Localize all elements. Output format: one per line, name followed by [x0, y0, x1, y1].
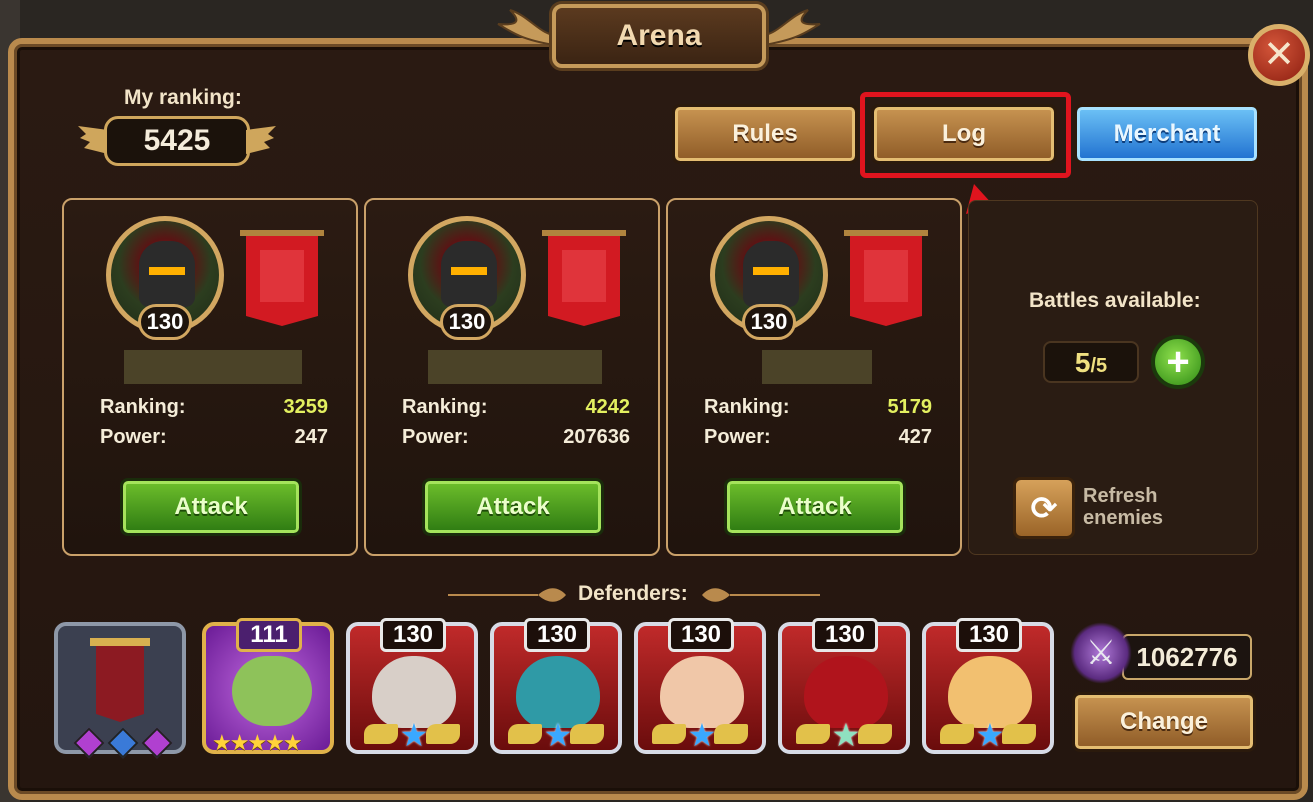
hero-slot-4[interactable]: 130 ★ [778, 618, 910, 754]
power-value: 247 [294, 426, 328, 448]
my-ranking-label: My ranking: [124, 86, 242, 109]
ranking-value: 3259 [283, 396, 329, 418]
power-label: Power: [402, 426, 469, 448]
power-value: 207636 [563, 426, 630, 448]
window-title-plate: Arena [552, 4, 766, 68]
guild-banner-icon [844, 230, 928, 326]
change-defenders-button[interactable]: Change [1072, 692, 1256, 752]
star-icon: ★ [975, 717, 1005, 753]
hero-level-badge: 130 [524, 618, 590, 652]
gem-icon [73, 727, 105, 759]
wing-icon [940, 724, 974, 744]
opponent-name-redacted [762, 350, 872, 384]
star-icon: ★ [543, 717, 573, 753]
battles-available-label: Battles available: [1029, 289, 1201, 312]
merchant-button[interactable]: Merchant [1074, 104, 1260, 164]
refresh-label-line1: Refresh [1083, 485, 1158, 507]
gem-icon [107, 727, 139, 759]
opponent-level-badge: 130 [742, 304, 796, 340]
star-icon: ★ [687, 717, 717, 753]
pet-portrait [232, 656, 312, 726]
left-wing-ornament [497, 9, 560, 48]
wing-icon [652, 724, 686, 744]
power-label: Power: [704, 426, 771, 448]
battles-max: /5 [1090, 355, 1108, 377]
battles-panel: Battles available: 5 /5 + ⟳ Refresh enem… [968, 200, 1258, 555]
ranking-value: 4242 [585, 396, 631, 418]
defenders-label: Defenders: [578, 582, 688, 605]
attack-button[interactable]: Attack [422, 478, 604, 536]
visor-icon [753, 267, 789, 275]
plus-icon: + [1166, 340, 1190, 384]
opponent-level-badge: 130 [138, 304, 192, 340]
defenders-right-ornament [702, 588, 820, 602]
guild-banner-icon [240, 230, 324, 326]
guild-banner-icon [542, 230, 626, 326]
refresh-label-line2: enemies [1083, 507, 1164, 529]
opponent-card-2: 130 Ranking: 4242 Power: 207636 Attack [364, 198, 660, 556]
log-highlight-box [860, 92, 1071, 178]
ranking-label: Ranking: [704, 396, 790, 418]
star-icon: ★ [831, 717, 861, 753]
wing-icon [508, 724, 542, 744]
refresh-icon: ⟳ [1030, 490, 1058, 526]
my-ranking-value: 5425 [104, 116, 250, 166]
hero-level-badge: 130 [812, 618, 878, 652]
defenders-left-ornament [448, 588, 566, 602]
opponent-card-1: 130 Ranking: 3259 Power: 247 Attack [62, 198, 358, 556]
refresh-enemies-label: Refresh enemies [1083, 485, 1163, 529]
defense-banner-slot[interactable] [54, 622, 186, 759]
hero-level-badge: 130 [668, 618, 734, 652]
star-icon: ★ [399, 717, 429, 753]
opponent-card-3: 130 Ranking: 5179 Power: 427 Attack [666, 198, 962, 556]
battles-counter: 5 /5 [1043, 341, 1139, 383]
ranking-value: 5179 [887, 396, 933, 418]
power-value: 427 [898, 426, 932, 448]
right-wing-ornament [758, 9, 821, 48]
banner-icon [90, 638, 150, 722]
pet-stars: ★★★★★ [212, 730, 303, 755]
close-button[interactable]: ✕ [1248, 24, 1310, 86]
ranking-label: Ranking: [402, 396, 488, 418]
battles-current: 5 [1074, 347, 1091, 378]
team-power-value: 1062776 [1122, 634, 1252, 680]
power-label: Power: [100, 426, 167, 448]
visor-icon [149, 267, 185, 275]
opponent-name-redacted [124, 350, 302, 384]
close-icon: ✕ [1263, 34, 1295, 76]
opponent-name-redacted [428, 350, 602, 384]
opponent-level-badge: 130 [440, 304, 494, 340]
hero-slot-1[interactable]: 130 ★ [346, 618, 478, 754]
crossed-swords-icon: ⚔ [1070, 622, 1132, 684]
hero-level-badge: 130 [956, 618, 1022, 652]
visor-icon [451, 267, 487, 275]
attack-button[interactable]: Attack [120, 478, 302, 536]
ranking-label: Ranking: [100, 396, 186, 418]
hero-slot-5[interactable]: 130 ★ [922, 618, 1054, 754]
window-title: Arena [616, 19, 702, 52]
hero-slot-2[interactable]: 130 ★ [490, 618, 622, 754]
wing-icon [796, 724, 830, 744]
add-battles-button[interactable]: + [1151, 335, 1205, 389]
gem-icon [141, 727, 173, 759]
rules-button[interactable]: Rules [672, 104, 858, 164]
pet-slot[interactable]: 111 ★★★★★ [202, 618, 334, 755]
attack-button[interactable]: Attack [724, 478, 906, 536]
pet-level-badge: 111 [236, 618, 302, 652]
hero-slot-3[interactable]: 130 ★ [634, 618, 766, 754]
hero-level-badge: 130 [380, 618, 446, 652]
refresh-enemies-button[interactable]: ⟳ [1013, 477, 1075, 539]
wing-icon [364, 724, 398, 744]
ranking-right-wing-icon [246, 126, 276, 154]
